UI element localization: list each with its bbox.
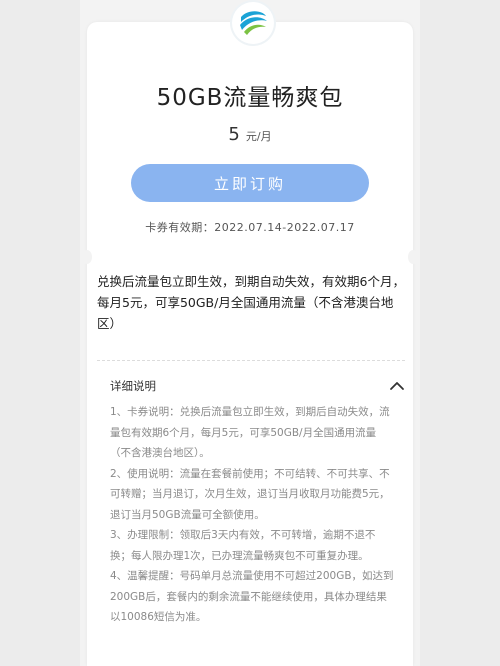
china-mobile-logo-icon [232, 2, 274, 44]
chevron-up-icon[interactable] [389, 380, 405, 392]
price-unit: 元/月 [245, 130, 272, 143]
package-summary: 兑换后流量包立即生效，到期自动失效，有效期6个月，每月5元，可享50GB/月全国… [97, 274, 405, 331]
package-title: 50GB流量畅爽包 [156, 85, 344, 111]
details-header[interactable]: 详细说明 [110, 377, 405, 395]
detail-item: 1、卡券说明：兑换后流量包立即生效，到期后自动失效，流量包有效期6个月，每月5元… [110, 406, 390, 459]
detail-item: 4、温馨提醒：号码单月总流量使用不可超过200GB，如达到200GB后，套餐内的… [110, 570, 394, 623]
detail-item: 2、使用说明：流量在套餐前使用；不可结转、不可共享、不可转赠；当月退订，次月生效… [110, 467, 390, 521]
subscribe-button[interactable]: 立即订购 [131, 164, 369, 202]
divider [97, 360, 405, 361]
ticket-notch-left [82, 250, 92, 264]
ticket-notch-right [408, 250, 418, 264]
details-list: 1、卡券说明：兑换后流量包立即生效，到期后自动失效，流量包有效期6个月，每月5元… [110, 402, 394, 628]
detail-item: 3、办理限制：领取后3天内有效，不可转增，逾期不退不换；每人限办理1次，已办理流… [110, 529, 376, 562]
details-heading: 详细说明 [110, 379, 156, 393]
price-value: 5 [228, 124, 240, 145]
price: 5 元/月 [87, 124, 413, 145]
coupon-validity: 卡券有效期：2022.07.14-2022.07.17 [145, 221, 355, 234]
